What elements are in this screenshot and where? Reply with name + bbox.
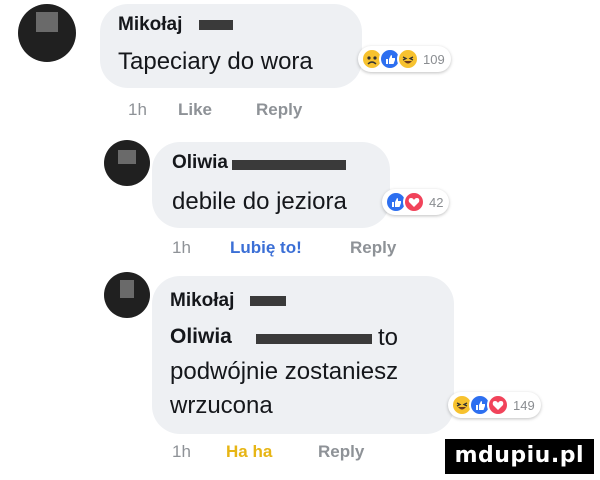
comment-text: to — [378, 324, 399, 351]
mentioned-user[interactable]: Oliwia — [170, 325, 232, 349]
haha-icon — [397, 48, 419, 70]
redacted-surname — [256, 334, 372, 344]
redacted-surname — [250, 296, 286, 306]
comment-author[interactable]: Oliwia — [172, 152, 228, 174]
redacted-surname — [199, 20, 233, 30]
reaction-count: 149 — [513, 397, 535, 413]
reply-button[interactable]: Reply — [350, 238, 396, 258]
reaction-summary[interactable]: 149 — [448, 392, 541, 418]
comment-text: podwójnie zostaniesz — [170, 358, 399, 385]
haha-button[interactable]: Ha ha — [226, 442, 272, 462]
redacted-surname — [232, 160, 346, 170]
comment-text: debile do jeziora — [172, 188, 347, 215]
love-icon — [487, 394, 509, 416]
reaction-summary[interactable]: 42 — [382, 189, 450, 215]
comment-text: wrzucona — [170, 392, 273, 419]
comment-time[interactable]: 1h — [172, 442, 191, 462]
like-button[interactable]: Like — [178, 100, 212, 120]
avatar[interactable] — [104, 140, 150, 186]
comment-text: Tapeciary do wora — [118, 48, 313, 75]
reply-button[interactable]: Reply — [256, 100, 302, 120]
reaction-count: 109 — [423, 51, 445, 67]
avatar[interactable] — [18, 4, 76, 62]
reaction-summary[interactable]: 109 — [358, 46, 451, 72]
like-button[interactable]: Lubię to! — [230, 238, 302, 258]
avatar[interactable] — [104, 272, 150, 318]
comment-author[interactable]: Mikołaj — [170, 290, 234, 312]
love-icon — [403, 191, 425, 213]
comment-author[interactable]: Mikołaj — [118, 14, 182, 36]
reaction-count: 42 — [429, 194, 444, 210]
reply-button[interactable]: Reply — [318, 442, 364, 462]
comment-time[interactable]: 1h — [172, 238, 191, 258]
watermark-logo: mdupiu.pl — [444, 439, 594, 474]
comment-time[interactable]: 1h — [128, 100, 147, 120]
